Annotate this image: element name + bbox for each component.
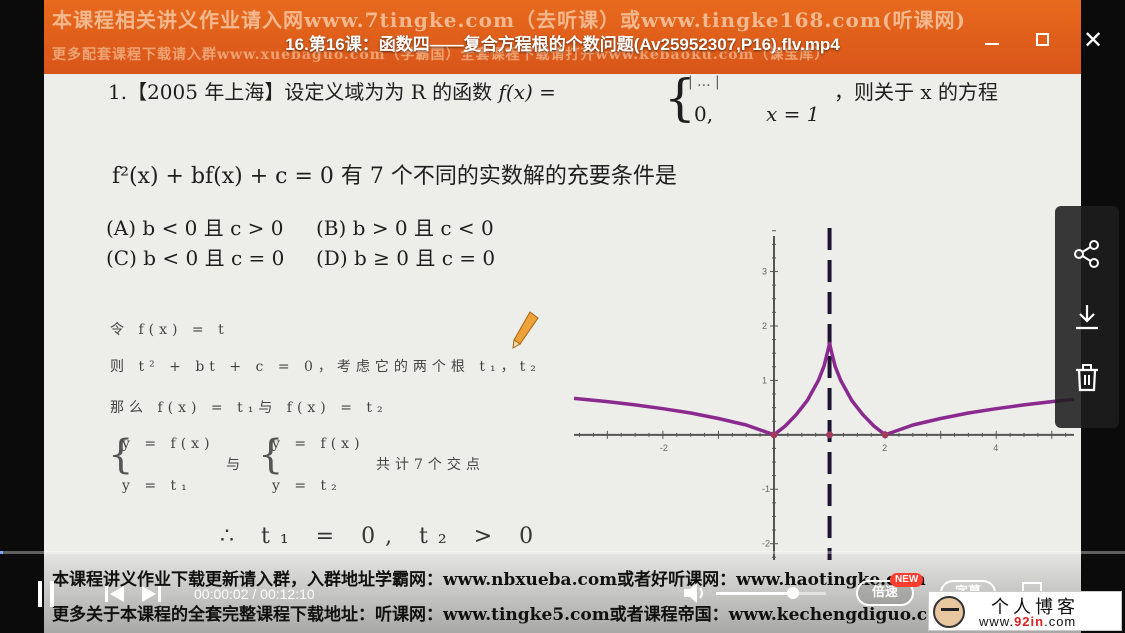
solution-line-1: 令 f(x) = t	[110, 322, 229, 338]
curve-series	[574, 341, 1074, 437]
option-c: (C) b < 0 且 c = 0	[106, 246, 285, 270]
logo-avatar-icon	[933, 596, 965, 628]
y-tick-label: -2	[762, 539, 770, 549]
pause-button[interactable]	[36, 581, 56, 607]
volume-fill	[716, 592, 788, 595]
x-tick-label: -2	[660, 443, 668, 453]
logo-url: www.92in.com	[979, 614, 1076, 629]
minimize-button[interactable]	[980, 29, 1004, 51]
maximize-button[interactable]	[1030, 29, 1054, 51]
solution-line-3: 那么 f(x) = t₁与 f(x) = t₂	[110, 400, 388, 416]
time-display: 00:00:02 / 00:12:10	[194, 586, 315, 602]
problem-prefix: 1.【2005 年上海】设定义域为为 R 的函数	[108, 80, 493, 104]
problem-function: f(x) =	[498, 80, 556, 104]
video-frame[interactable]: 本课程相关讲义作业请入网www.7tingke.com（去听课）或www.tin…	[44, 0, 1081, 633]
y-tick-label: 1	[762, 375, 767, 385]
problem-tail: ，则关于 x 的方程	[834, 80, 998, 104]
data-point	[826, 431, 834, 439]
data-point	[770, 431, 778, 439]
pause-icon-bar	[50, 581, 54, 607]
current-time: 00:00:02	[194, 586, 249, 602]
x-tick-label: 4	[993, 443, 998, 453]
subtitle-line-2: 更多关于本课程的全套完整课程下载地址：听课网：www.tingke5.com或者…	[52, 605, 957, 625]
pencil-cursor-icon	[512, 311, 539, 349]
logo-url-prefix: www.	[979, 614, 1015, 629]
total-time: 00:12:10	[260, 586, 315, 602]
left-letterbox	[0, 0, 44, 633]
share-icon[interactable]	[1071, 238, 1103, 270]
previous-button[interactable]	[104, 585, 126, 603]
volume-icon[interactable]	[682, 581, 708, 605]
option-d: (D) b ≥ 0 且 c = 0	[316, 246, 496, 270]
solution-line-2: 则 t² + bt + c = 0，考虑它的两个根 t₁，t₂	[110, 359, 541, 375]
next-button[interactable]	[140, 585, 162, 603]
option-b: (B) b > 0 且 c < 0	[316, 216, 494, 240]
progress-fill	[0, 551, 4, 554]
side-action-panel	[1055, 206, 1119, 428]
logo-url-suffix: .com	[1044, 614, 1077, 629]
option-a: (A) b < 0 且 c > 0	[106, 216, 284, 240]
new-badge: NEW	[890, 573, 924, 587]
piecewise-top-row: | ... |	[688, 74, 720, 90]
solution-conclusion: ∴ t₁ = 0, t₂ > 0	[220, 524, 544, 549]
trash-icon[interactable]	[1071, 362, 1103, 394]
intersection-count: 共计7个交点	[376, 457, 485, 473]
time-separator: /	[248, 586, 261, 602]
y-tick-label: -1	[762, 484, 770, 494]
system2-eq-b: y = t₂	[272, 478, 342, 494]
logo-url-highlight: 92in	[1014, 614, 1045, 629]
x-tick-label: 2	[882, 443, 887, 453]
site-watermark-logo: 个人博客 www.92in.com	[928, 591, 1122, 631]
problem-equation: f²(x) + bf(x) + c = 0 有 7 个不同的实数解的充要条件是	[112, 164, 677, 189]
maximize-icon	[1035, 33, 1049, 46]
close-button[interactable]: ✕	[1081, 28, 1105, 52]
download-icon[interactable]	[1071, 301, 1103, 333]
system1-eq-b: y = t₁	[122, 478, 192, 494]
system1-eq-a: y = f(x)	[122, 436, 215, 452]
y-tick-label: 3	[762, 267, 767, 277]
pause-icon	[38, 581, 42, 607]
problem-statement: 1.【2005 年上海】设定义域为为 R 的函数 f(x) =	[108, 76, 556, 105]
graph-axes: -2 2 4 3 2 1 -1 -2	[574, 230, 1074, 560]
piecewise-value-zero: 0,	[694, 102, 714, 126]
volume-knob[interactable]	[787, 587, 799, 599]
system-and: 与	[226, 457, 245, 473]
data-point	[881, 431, 889, 439]
volume-slider[interactable]	[716, 592, 826, 595]
minimize-icon	[985, 43, 999, 45]
function-graph: -2 2 4 3 2 1 -1 -2	[574, 228, 1074, 560]
progress-bar[interactable]	[0, 551, 1125, 554]
y-tick-label: 2	[762, 321, 767, 331]
watermark-line-1: 本课程相关讲义作业请入网www.7tingke.com（去听课）或www.tin…	[52, 8, 966, 32]
system2-eq-a: y = f(x)	[272, 436, 365, 452]
piecewise-condition-x1: x = 1	[766, 102, 820, 126]
window-title: 16.第16课：函数四——复合方程根的个数问题(Av25952307,P16).…	[285, 35, 840, 54]
graph-curve	[574, 228, 1074, 560]
